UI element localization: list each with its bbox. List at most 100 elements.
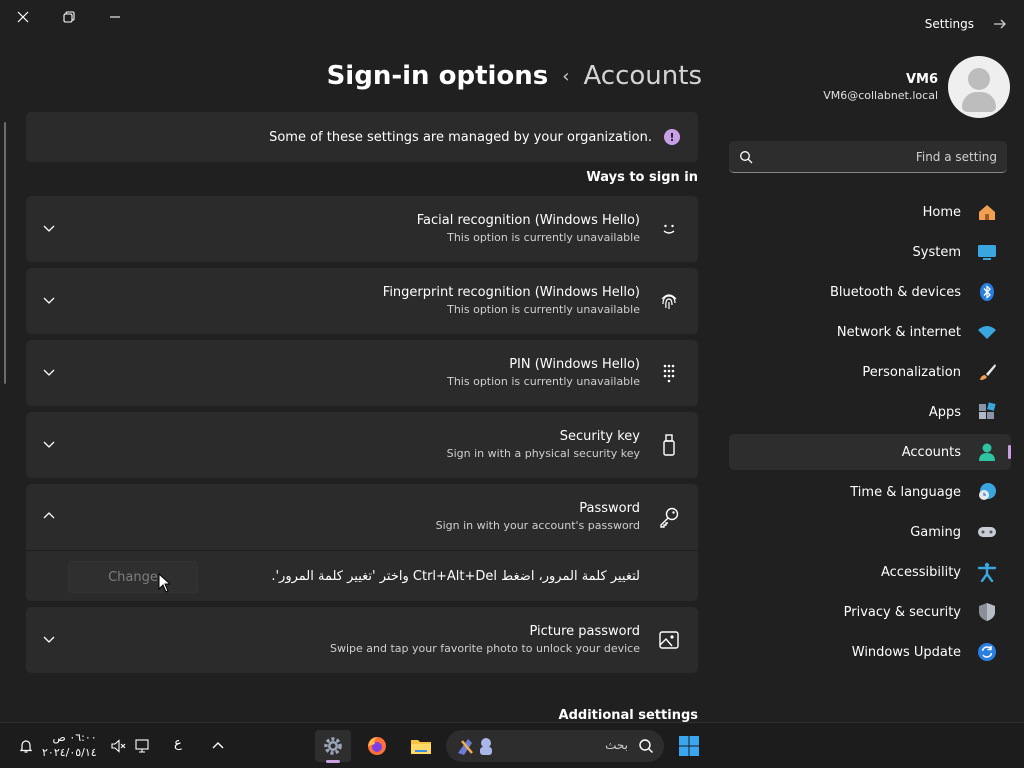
chevron-down-icon xyxy=(43,225,55,232)
usb-key-icon xyxy=(663,434,675,456)
taskbar-app-firefox[interactable] xyxy=(359,730,395,762)
sidebar-item-privacy-security[interactable]: Privacy & security xyxy=(729,594,1011,630)
shield-icon xyxy=(979,603,995,621)
taskbar-app-settings[interactable] xyxy=(315,730,351,763)
gamepad-icon xyxy=(978,527,996,537)
gear-icon xyxy=(324,737,342,755)
mouse-cursor-icon xyxy=(158,573,170,593)
minimize-button[interactable] xyxy=(92,4,138,30)
sidebar-item-label: Home xyxy=(922,204,961,220)
search-input[interactable] xyxy=(729,141,1007,172)
settings-search xyxy=(729,141,1007,173)
user-profile: VM6 VM6@collabnet.local xyxy=(823,56,1010,118)
card-title: Password xyxy=(579,501,640,516)
chevron-down-icon xyxy=(43,369,55,376)
sidebar-item-bluetooth[interactable]: Bluetooth & devices xyxy=(729,274,1011,310)
input-language-indicator[interactable]: ع xyxy=(174,736,182,751)
sidebar-item-home[interactable]: Home xyxy=(729,194,1011,230)
sidebar-item-time-language[interactable]: Time & language xyxy=(729,474,1011,510)
sidebar-item-network[interactable]: Network & internet xyxy=(729,314,1011,350)
sign-in-card-picture-password[interactable]: Picture password Swipe and tap your favo… xyxy=(26,607,698,673)
network-monitor-icon xyxy=(135,739,149,753)
sign-in-card-password[interactable]: Password Sign in with your account's pas… xyxy=(26,484,698,550)
sidebar-item-label: Windows Update xyxy=(851,644,961,660)
minimize-icon xyxy=(110,16,120,18)
active-app-indicator xyxy=(326,760,340,763)
taskbar-search[interactable]: بحث xyxy=(446,730,664,762)
card-description: Swipe and tap your favorite photo to unl… xyxy=(329,642,640,655)
scrollbar[interactable] xyxy=(4,122,6,384)
globe-clock-icon xyxy=(979,483,996,500)
bell-icon xyxy=(19,740,33,753)
picture-icon xyxy=(659,631,679,649)
chevron-down-icon xyxy=(43,297,55,304)
card-texts: Fingerprint recognition (Windows Hello) … xyxy=(383,285,640,316)
sidebar-item-label: Apps xyxy=(928,404,961,420)
monitor-icon xyxy=(978,245,996,260)
notifications-button[interactable] xyxy=(8,730,44,762)
fingerprint-icon xyxy=(661,294,677,309)
sidebar-item-accessibility[interactable]: Accessibility xyxy=(729,554,1011,590)
sidebar-item-label: Time & language xyxy=(850,484,961,500)
person-icon xyxy=(979,443,995,461)
card-title: Security key xyxy=(559,429,640,444)
card-title: Fingerprint recognition (Windows Hello) xyxy=(382,285,640,300)
sign-in-card-security-key[interactable]: Security key Sign in with a physical sec… xyxy=(26,412,698,478)
chevron-down-icon xyxy=(43,636,55,643)
close-button[interactable] xyxy=(0,4,46,30)
sign-in-card-fingerprint[interactable]: Fingerprint recognition (Windows Hello) … xyxy=(26,268,698,334)
avatar-head xyxy=(968,68,990,90)
taskbar-clock[interactable]: ٠٦:٠٠ ص ٢٠٢٤/٠٥/١٤ xyxy=(42,730,97,760)
sidebar-item-gaming[interactable]: Gaming xyxy=(729,514,1011,550)
section-title-ways-to-sign-in: Ways to sign in xyxy=(586,170,698,185)
change-password-button[interactable]: Change xyxy=(68,561,198,593)
sidebar-item-apps[interactable]: Apps xyxy=(729,394,1011,430)
card-texts: Picture password Swipe and tap your favo… xyxy=(330,624,640,655)
card-description: This option is currently unavailable xyxy=(447,303,640,316)
bluetooth-icon xyxy=(980,283,994,301)
sidebar-item-personalization[interactable]: Personalization xyxy=(729,354,1011,390)
update-icon xyxy=(978,643,996,661)
sidebar-item-label: Bluetooth & devices xyxy=(830,284,961,300)
search-icon xyxy=(740,151,753,164)
sidebar-nav: Home System Bluetooth & devices Network … xyxy=(729,194,1011,674)
taskbar-app-file-explorer[interactable] xyxy=(403,730,439,762)
card-title: PIN (Windows Hello) xyxy=(509,357,640,372)
brush-icon xyxy=(980,364,996,380)
breadcrumb-separator: ‹ xyxy=(562,65,570,87)
taskbar-search-text: بحث xyxy=(605,738,628,752)
clock-time: ٠٦:٠٠ ص xyxy=(52,731,97,744)
sidebar-item-accounts[interactable]: Accounts xyxy=(729,434,1011,470)
search-icon xyxy=(639,739,653,753)
taskbar: ٠٦:٠٠ ص ٢٠٢٤/٠٥/١٤ ع بحث xyxy=(0,722,1024,768)
section-title-additional-settings: Additional settings xyxy=(558,708,698,723)
card-texts: PIN (Windows Hello) This option is curre… xyxy=(447,357,640,388)
card-title: Picture password xyxy=(529,624,640,639)
folder-icon xyxy=(411,740,431,754)
card-texts: Password Sign in with your account's pas… xyxy=(436,501,640,532)
sidebar-item-windows-update[interactable]: Windows Update xyxy=(729,634,1011,670)
clock-date: ٢٠٢٤/٠٥/١٤ xyxy=(42,746,97,759)
show-hidden-icons-button[interactable] xyxy=(200,730,236,762)
apps-icon xyxy=(979,402,996,419)
restore-icon xyxy=(63,11,75,23)
breadcrumb-parent[interactable]: Accounts xyxy=(583,61,702,91)
sign-in-card-facial-recognition[interactable]: Facial recognition (Windows Hello) This … xyxy=(26,196,698,262)
home-icon xyxy=(979,205,995,220)
sidebar-item-system[interactable]: System xyxy=(729,234,1011,270)
accessibility-icon xyxy=(977,562,997,582)
sign-in-card-pin[interactable]: PIN (Windows Hello) This option is curre… xyxy=(26,340,698,406)
back-button[interactable] xyxy=(990,14,1010,34)
network-button[interactable] xyxy=(124,730,160,762)
breadcrumb: Sign-in options ‹ Accounts xyxy=(327,56,702,96)
app-title: Settings xyxy=(924,17,974,31)
card-texts: Facial recognition (Windows Hello) This … xyxy=(417,213,640,244)
sidebar-item-label: Personalization xyxy=(862,364,961,380)
avatar[interactable] xyxy=(948,56,1010,118)
card-description: Sign in with your account's password xyxy=(435,519,640,532)
info-icon: ! xyxy=(664,129,680,145)
chevron-up-icon xyxy=(212,742,224,749)
profile-text: VM6 VM6@collabnet.local xyxy=(823,72,938,102)
start-button[interactable] xyxy=(671,730,707,762)
restore-button[interactable] xyxy=(46,4,92,30)
